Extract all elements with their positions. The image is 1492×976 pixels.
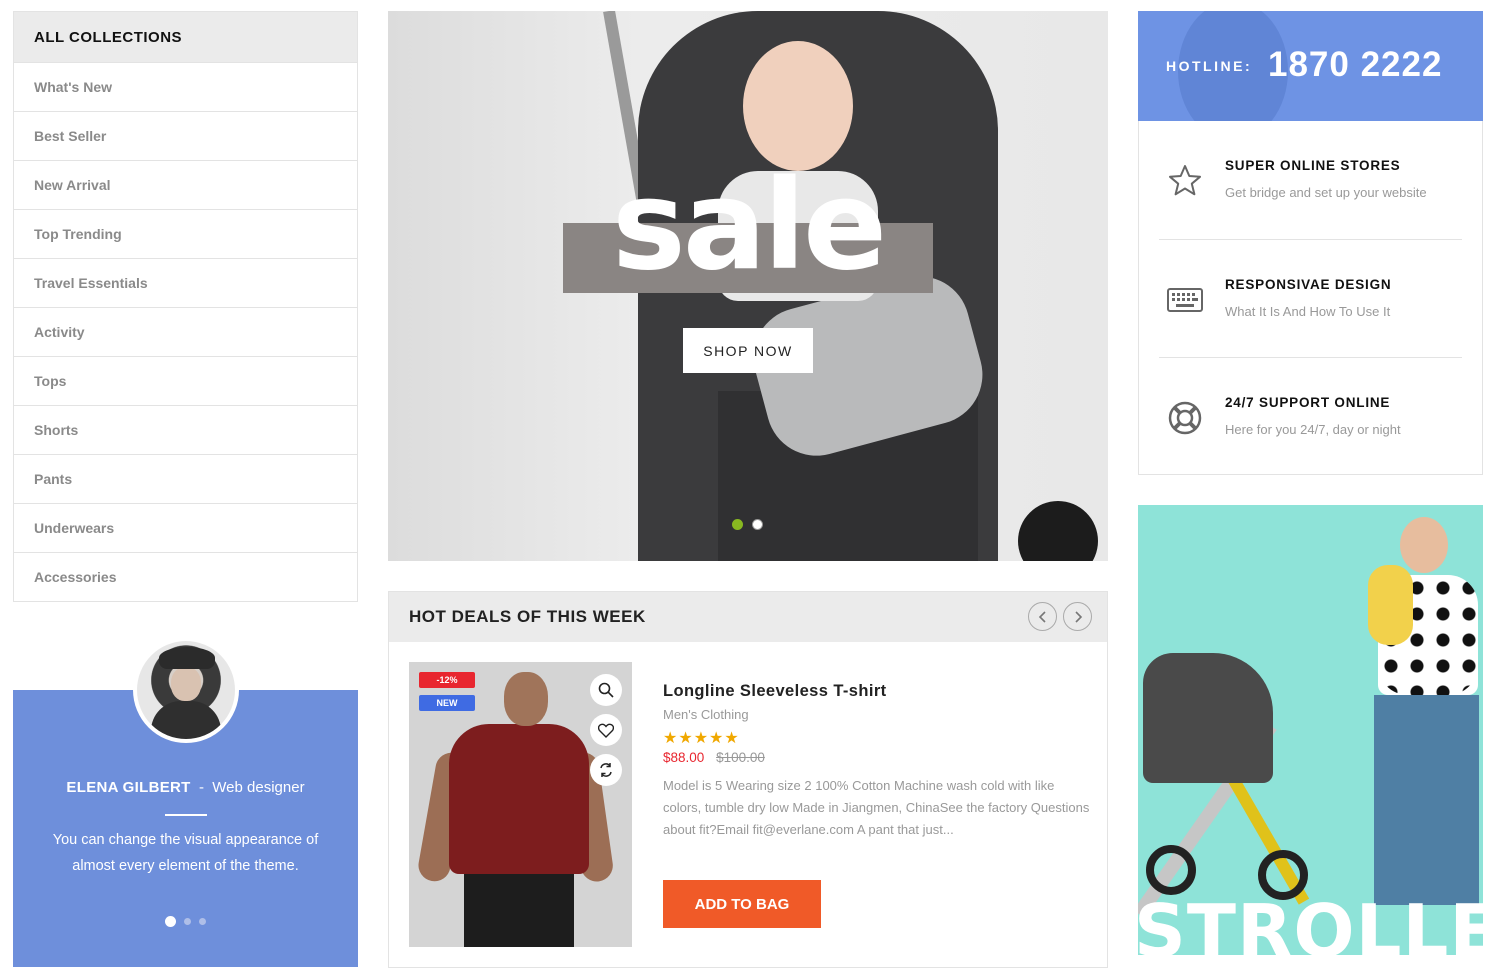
stroller-promo-banner[interactable]: STROLLER [1138,505,1483,955]
collection-item-top-trending[interactable]: Top Trending [14,209,357,258]
discount-badge: -12% [419,672,475,688]
hot-deals-panel: HOT DEALS OF THIS WEEK -12% NEW Longline… [388,591,1108,968]
compare-icon [600,763,612,777]
collections-menu: ALL COLLECTIONS What's New Best Seller N… [13,11,358,602]
collection-item-best-seller[interactable]: Best Seller [14,111,357,160]
testimonial-name: ELENA GILBERT [66,779,191,796]
heart-icon [598,723,614,738]
deals-nav [1028,602,1092,631]
testimonial-separator: - [198,779,204,796]
chevron-left-icon [1038,610,1046,623]
testimonial-role: Web designer [212,779,305,796]
product-description: Model is 5 Wearing size 2 100% Cotton Ma… [663,778,1090,837]
avatar-photo [137,641,235,739]
collections-title: ALL COLLECTIONS [14,12,357,62]
hero-dot-2[interactable] [752,519,763,530]
service-title: 24/7 SUPPORT ONLINE [1225,395,1391,410]
product-image[interactable]: -12% NEW [409,662,632,947]
deals-prev-button[interactable] [1028,602,1057,631]
service-title: SUPER ONLINE STORES [1225,158,1401,173]
promo-baby [1368,565,1413,645]
product-price: $88.00 [663,750,705,765]
hot-deals-title: HOT DEALS OF THIS WEEK [409,607,646,626]
collection-item-accessories[interactable]: Accessories [14,552,357,601]
collection-item-pants[interactable]: Pants [14,454,357,503]
chevron-right-icon [1074,610,1082,623]
add-to-bag-button[interactable]: ADD TO BAG [663,880,821,928]
product-prices: $88.00 $100.00 [663,750,1093,765]
promo-headline: STROLLER [1138,889,1483,955]
services-list: SUPER ONLINE STORES Get bridge and set u… [1138,121,1483,475]
hero-slider: sale SHOP NOW [388,11,1108,561]
service-subtitle: Get bridge and set up your website [1225,185,1427,200]
service-subtitle: Here for you 24/7, day or night [1225,422,1401,437]
testimonial-divider [165,814,207,816]
compare-button[interactable] [590,754,622,786]
model-legs [464,870,574,947]
new-badge: NEW [419,695,475,711]
hotline-label: HOTLINE: [1166,58,1253,74]
avatar-hat [159,647,215,669]
collection-item-whats-new[interactable]: What's New [14,62,357,111]
product-category[interactable]: Men's Clothing [663,707,1093,722]
promo-woman-legs [1374,695,1479,905]
lifebuoy-icon [1168,401,1202,435]
collection-item-underwears[interactable]: Underwears [14,503,357,552]
hero-pagination [732,519,763,530]
testimonial-card: ELENA GILBERT - Web designer You can cha… [13,637,358,967]
search-icon [598,682,614,698]
hero-wheel [1018,501,1098,561]
service-subtitle: What It Is And How To Use It [1225,304,1391,319]
hotline-number[interactable]: 1870 2222 [1268,45,1442,85]
service-item-responsive-design: RESPONSIVAE DESIGN What It Is And How To… [1159,239,1462,357]
wishlist-button[interactable] [590,714,622,746]
promo-wheel [1146,845,1196,895]
collection-item-tops[interactable]: Tops [14,356,357,405]
avatar-body [151,701,221,739]
model-head [504,672,548,726]
collection-item-shorts[interactable]: Shorts [14,405,357,454]
service-title: RESPONSIVAE DESIGN [1225,277,1392,292]
shop-now-button[interactable]: SHOP NOW [683,328,813,373]
product-info: Longline Sleeveless T-shirt Men's Clothi… [663,682,1093,841]
hero-headline: sale [611,154,887,298]
collection-item-new-arrival[interactable]: New Arrival [14,160,357,209]
keyboard-icon [1167,288,1203,312]
testimonial-pagination [13,916,358,927]
star-icon [1169,165,1201,196]
collection-item-travel-essentials[interactable]: Travel Essentials [14,258,357,307]
model-shirt [449,724,589,874]
service-item-support: 24/7 SUPPORT ONLINE Here for you 24/7, d… [1159,357,1462,475]
avatar [133,637,239,743]
avatar-face [171,667,201,701]
testimonial-author: ELENA GILBERT - Web designer [13,779,358,796]
testimonial-dot-2[interactable] [184,918,191,925]
hero-dot-1[interactable] [732,519,743,530]
quick-view-button[interactable] [590,674,622,706]
deals-next-button[interactable] [1063,602,1092,631]
promo-woman-head [1400,517,1448,573]
testimonial-quote: You can change the visual appearance of … [52,832,319,874]
product-rating: ★★★★★ [663,730,740,747]
promo-pram [1143,653,1273,783]
testimonial-dot-3[interactable] [199,918,206,925]
collection-item-activity[interactable]: Activity [14,307,357,356]
hotline-banner: HOTLINE: 1870 2222 [1138,11,1483,121]
service-item-online-stores: SUPER ONLINE STORES Get bridge and set u… [1159,121,1462,239]
testimonial-dot-1[interactable] [165,916,176,927]
hot-deals-header: HOT DEALS OF THIS WEEK [389,592,1107,642]
product-old-price: $100.00 [716,750,765,765]
product-title[interactable]: Longline Sleeveless T-shirt [663,682,1093,701]
